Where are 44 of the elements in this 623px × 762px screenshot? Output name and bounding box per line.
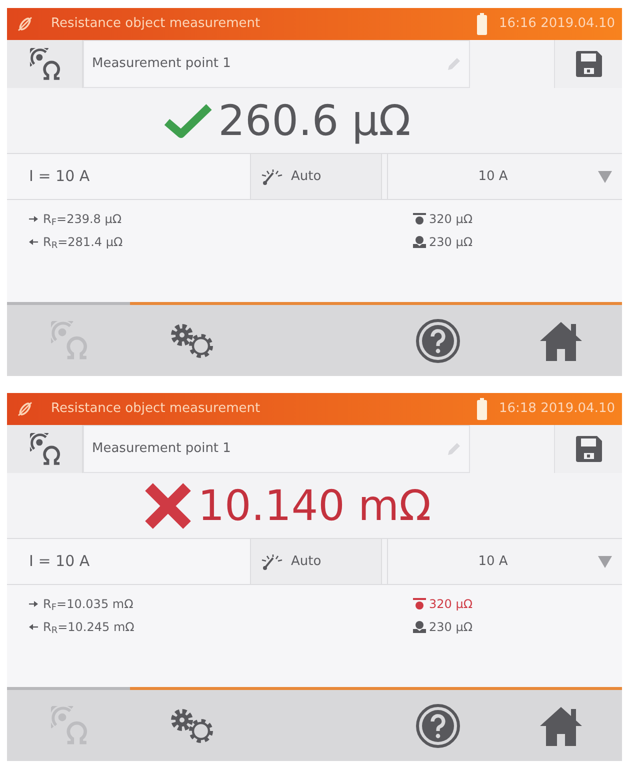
omega-icon xyxy=(30,48,60,80)
limit-value: 320 μΩ xyxy=(429,596,473,612)
probe-icon xyxy=(17,16,33,32)
result-value: 10.140 mΩ xyxy=(198,484,432,526)
resistance-reading: R$_{F}$=239.8 μΩ xyxy=(43,210,122,228)
home-icon xyxy=(540,320,582,360)
omega-icon xyxy=(30,433,60,465)
gears-icon xyxy=(170,708,214,744)
clock-time: 16:18 2019.04.10 xyxy=(498,400,615,418)
name-field[interactable]: Measurement point 1 xyxy=(83,40,470,88)
probe-icon xyxy=(17,401,33,417)
window-title: Resistance object measurement xyxy=(51,15,260,34)
measure-mode-button[interactable] xyxy=(7,40,83,88)
omega-icon xyxy=(50,706,86,745)
save-button[interactable] xyxy=(554,40,622,88)
pencil-icon xyxy=(447,442,461,456)
caret-icon xyxy=(598,170,612,182)
save-icon xyxy=(576,51,602,77)
limit-value: 230 μΩ xyxy=(429,234,473,250)
pencil-icon xyxy=(447,57,461,71)
resistance-reading: R$_{R}$=281.4 μΩ xyxy=(43,234,123,250)
home-icon xyxy=(540,706,582,746)
measure-mode-button[interactable] xyxy=(7,425,83,473)
resistance-reading: R$_{F}$=10.035 mΩ xyxy=(43,596,134,612)
auto-mode-button[interactable]: Auto xyxy=(250,539,382,584)
limit-value: 320 μΩ xyxy=(429,210,473,228)
help-icon xyxy=(416,318,460,362)
help-icon xyxy=(416,704,460,748)
gears-icon xyxy=(170,322,214,358)
clock-time: 16:16 2019.04.10 xyxy=(498,15,615,34)
limit-value: 230 μΩ xyxy=(429,618,473,636)
resistance-reading: R$_{R}$=10.245 mΩ xyxy=(43,618,134,636)
needle-icon xyxy=(261,168,283,184)
battery-icon xyxy=(476,13,487,35)
save-button[interactable] xyxy=(554,425,622,473)
omega-icon xyxy=(50,321,86,360)
needle-icon xyxy=(261,554,283,570)
window-title: Resistance object measurement xyxy=(51,400,260,418)
name-field[interactable]: Measurement point 1 xyxy=(83,425,470,473)
battery-icon xyxy=(476,398,487,420)
caret-icon xyxy=(598,556,612,568)
result-value: 260.6 μΩ xyxy=(218,100,411,142)
save-icon xyxy=(576,436,602,462)
auto-mode-button[interactable]: Auto xyxy=(250,154,382,199)
